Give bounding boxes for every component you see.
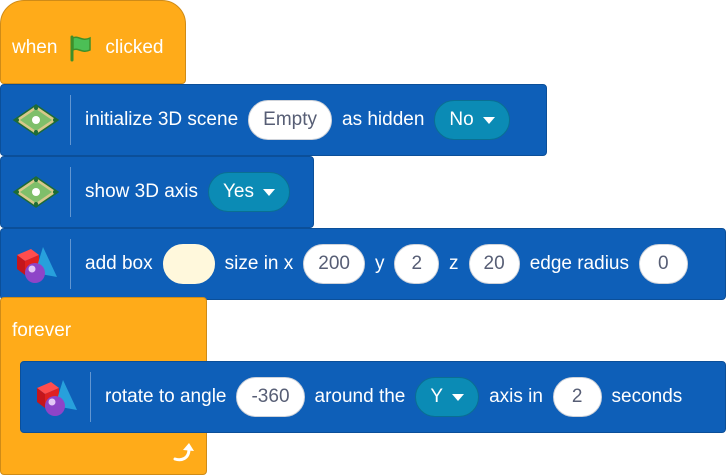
clicked-label: clicked	[105, 37, 164, 58]
size-z-input[interactable]: 20	[468, 244, 520, 284]
angle-input[interactable]: -360	[236, 377, 305, 417]
loop-arrow-icon	[171, 443, 195, 470]
rotate-to-angle-label: rotate to angle	[105, 386, 227, 407]
as-hidden-label: as hidden	[342, 109, 425, 130]
add-box-block[interactable]: add box size in x 200 y 2 z 20 edge radi…	[0, 228, 726, 300]
axis-dropdown[interactable]: Y	[415, 377, 480, 417]
z-label: z	[449, 253, 459, 274]
size-in-x-label: size in x	[224, 253, 294, 274]
edge-radius-label: edge radius	[529, 253, 629, 274]
when-flag-clicked-block[interactable]: when clicked	[0, 0, 186, 84]
3d-shapes-icon	[21, 362, 91, 432]
show-axis-dropdown-value: Yes	[223, 181, 254, 202]
size-x-input[interactable]: 200	[303, 244, 365, 284]
show-3d-axis-label: show 3D axis	[85, 181, 198, 202]
show-axis-dropdown[interactable]: Yes	[208, 172, 290, 212]
rotate-to-angle-block[interactable]: rotate to angle -360 around the Y axis i…	[20, 361, 726, 433]
edge-radius-input[interactable]: 0	[638, 244, 688, 284]
box-color-input[interactable]	[162, 244, 215, 284]
initialize-3d-scene-label: initialize 3D scene	[85, 109, 239, 130]
axis-dropdown-value: Y	[430, 386, 444, 407]
y-label: y	[374, 253, 385, 274]
axis-in-label: axis in	[489, 386, 543, 407]
green-flag-icon	[67, 34, 95, 62]
when-label: when	[12, 37, 58, 58]
chevron-down-icon	[482, 116, 495, 124]
chevron-down-icon	[263, 188, 275, 196]
chevron-down-icon	[452, 393, 465, 401]
seconds-label: seconds	[611, 386, 683, 407]
3d-scene-icon	[1, 157, 71, 227]
duration-input[interactable]: 2	[552, 377, 602, 417]
scene-type-input[interactable]: Empty	[248, 100, 332, 140]
show-3d-axis-block[interactable]: show 3D axis Yes	[0, 156, 314, 228]
add-box-label: add box	[85, 253, 153, 274]
3d-scene-icon	[1, 85, 71, 155]
around-the-label: around the	[314, 386, 406, 407]
forever-label: forever	[12, 320, 72, 341]
initialize-3d-scene-block[interactable]: initialize 3D scene Empty as hidden No	[0, 84, 547, 156]
hidden-dropdown[interactable]: No	[434, 100, 510, 140]
size-y-input[interactable]: 2	[394, 244, 440, 284]
hidden-dropdown-value: No	[449, 109, 474, 130]
3d-shapes-icon	[1, 229, 71, 299]
